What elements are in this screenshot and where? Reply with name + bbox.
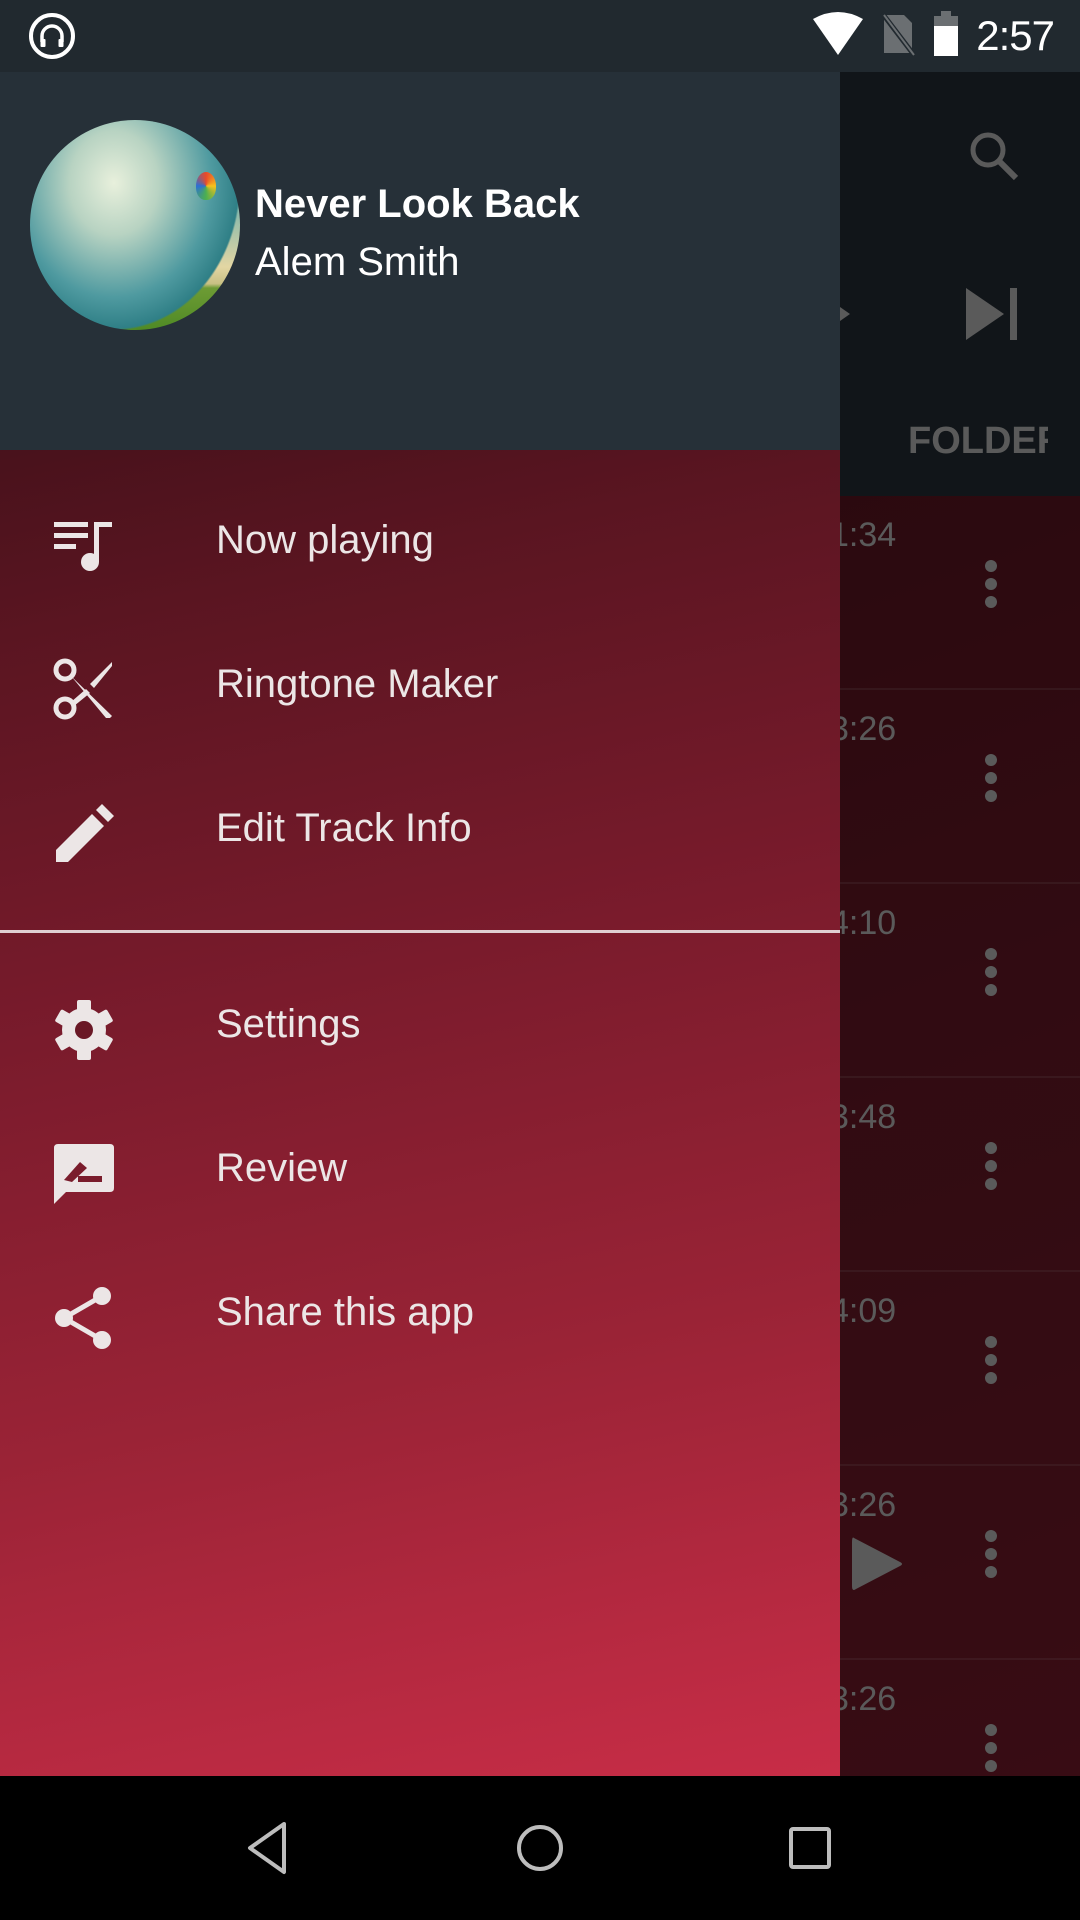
rate-review-icon <box>50 1140 118 1208</box>
menu-item-now-playing[interactable]: Now playing <box>0 474 840 618</box>
menu-item-share-app[interactable]: Share this app <box>0 1246 840 1390</box>
system-navigation-bar <box>0 1776 1080 1920</box>
menu-label: Settings <box>216 1002 361 1046</box>
home-button[interactable] <box>508 1816 572 1880</box>
menu-label: Now playing <box>216 518 434 562</box>
menu-label: Edit Track Info <box>216 806 472 850</box>
now-playing-title: Never Look Back <box>255 182 580 226</box>
gear-icon <box>50 996 118 1064</box>
now-playing-artist: Alem Smith <box>255 240 460 284</box>
queue-music-icon <box>50 512 118 580</box>
menu-label: Ringtone Maker <box>216 662 499 706</box>
menu-divider <box>0 930 840 933</box>
battery-icon <box>932 10 960 62</box>
menu-item-settings[interactable]: Settings <box>0 958 840 1102</box>
status-bar: 2:57 <box>0 0 1080 72</box>
balloon-image-detail <box>196 172 216 200</box>
album-art <box>30 120 240 330</box>
drawer-header[interactable]: Never Look Back Alem Smith <box>0 72 840 450</box>
recents-button[interactable] <box>778 1816 842 1880</box>
no-sim-icon <box>880 10 917 62</box>
menu-item-review[interactable]: Review <box>0 1102 840 1246</box>
menu-label: Review <box>216 1146 348 1190</box>
menu-item-ringtone-maker[interactable]: Ringtone Maker <box>0 618 840 762</box>
menu-item-edit-track-info[interactable]: Edit Track Info <box>0 762 840 906</box>
headphones-icon <box>28 12 76 60</box>
wifi-icon <box>812 11 864 62</box>
scissors-icon <box>50 656 118 724</box>
navigation-drawer: Never Look Back Alem Smith Now playing R… <box>0 72 840 1776</box>
menu-label: Share this app <box>216 1290 474 1334</box>
clock: 2:57 <box>976 12 1055 59</box>
pencil-icon <box>50 800 118 868</box>
share-icon <box>50 1284 118 1352</box>
back-button[interactable] <box>238 1816 302 1880</box>
